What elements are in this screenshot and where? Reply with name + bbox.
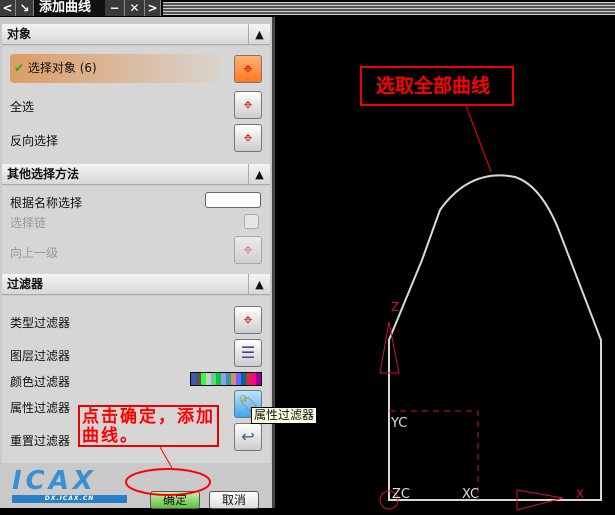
dialog-title: 添加曲线 bbox=[35, 0, 105, 16]
up-level-button[interactable]: ⌖ bbox=[234, 236, 262, 264]
select-all-button[interactable]: ⌖ bbox=[234, 91, 262, 119]
reset-filter-button[interactable]: ↩ bbox=[234, 423, 262, 451]
select-object-label: 选择对象 (6) bbox=[27, 61, 97, 75]
ok-button[interactable]: 确定 bbox=[150, 491, 200, 509]
z-label: Z bbox=[391, 300, 400, 314]
cancel-button[interactable]: 取消 bbox=[209, 491, 259, 509]
callout-line bbox=[465, 105, 492, 173]
collapse-icon[interactable]: ▲ bbox=[248, 274, 270, 295]
name-input[interactable] bbox=[205, 192, 261, 208]
x-axis-arrow bbox=[516, 489, 564, 511]
yc-label: YC bbox=[391, 416, 408, 431]
minimize-button[interactable]: − bbox=[105, 0, 125, 16]
select-chain-label: 选择链 bbox=[10, 216, 47, 230]
scroll-left-icon[interactable]: < bbox=[0, 0, 16, 16]
annotation-select-all: 选取全部曲线 bbox=[360, 66, 514, 106]
tooltip: 属性过滤器 bbox=[251, 407, 318, 424]
select-object-row[interactable]: ✔ 选择对象 (6) bbox=[10, 54, 222, 83]
by-name-label: 根据名称选择 bbox=[10, 196, 83, 210]
logo-url: DX.ICAX.CN bbox=[12, 495, 127, 503]
type-filter-label: 类型过滤器 bbox=[10, 316, 71, 330]
section-header-object[interactable]: 对象 ▲ bbox=[2, 24, 270, 45]
reset-filter-label: 重置过滤器 bbox=[10, 434, 71, 448]
select-chain-checkbox[interactable] bbox=[244, 214, 259, 229]
check-icon: ✔ bbox=[14, 61, 25, 75]
layer-filter-button[interactable]: ☰ bbox=[234, 339, 262, 367]
section-title: 其他选择方法 bbox=[7, 167, 80, 181]
section-other: 根据名称选择 选择链 向上一级 ⌖ bbox=[2, 186, 270, 274]
invert-selection-button[interactable]: ⌖ bbox=[234, 124, 262, 152]
invert-selection-label: 反向选择 bbox=[10, 134, 59, 148]
section-header-other[interactable]: 其他选择方法 ▲ bbox=[2, 164, 270, 185]
section-title: 对象 bbox=[7, 27, 32, 41]
x-label: X bbox=[576, 487, 585, 501]
profile-curve bbox=[388, 174, 602, 501]
section-header-filter[interactable]: 过滤器 ▲ bbox=[2, 274, 270, 295]
title-stripes bbox=[163, 2, 615, 15]
color-filter-palette[interactable] bbox=[190, 372, 262, 386]
xc-label: XC bbox=[462, 487, 480, 502]
icax-logo: ICAX DX.ICAX.CN bbox=[12, 467, 127, 503]
collapse-icon[interactable]: ▲ bbox=[248, 24, 270, 45]
z-axis-arrow bbox=[379, 321, 400, 374]
title-bar: < ↘ 添加曲线 − ✕ > bbox=[0, 0, 615, 17]
color-filter-label: 颜色过滤器 bbox=[10, 375, 71, 389]
annotation-click-ok: 点击确定，添加曲线。 bbox=[78, 405, 219, 447]
select-all-label: 全选 bbox=[10, 100, 35, 114]
layer-filter-label: 图层过滤器 bbox=[10, 349, 71, 363]
section-object: ✔ 选择对象 (6) ⌖ 全选 ⌖ 反向选择 ⌖ bbox=[2, 46, 270, 164]
arrow-icon[interactable]: ↘ bbox=[16, 0, 34, 16]
select-object-button[interactable]: ⌖ bbox=[234, 55, 262, 83]
close-button[interactable]: ✕ bbox=[125, 0, 145, 16]
color-swatch[interactable] bbox=[256, 373, 261, 385]
up-level-label: 向上一级 bbox=[10, 246, 59, 260]
zc-label: ZC bbox=[392, 487, 410, 502]
attribute-filter-label: 属性过滤器 bbox=[10, 401, 71, 415]
collapse-icon[interactable]: ▲ bbox=[248, 164, 270, 185]
scroll-right-icon[interactable]: > bbox=[145, 0, 161, 16]
section-title: 过滤器 bbox=[7, 277, 44, 291]
type-filter-button[interactable]: ⌖ bbox=[234, 306, 262, 334]
